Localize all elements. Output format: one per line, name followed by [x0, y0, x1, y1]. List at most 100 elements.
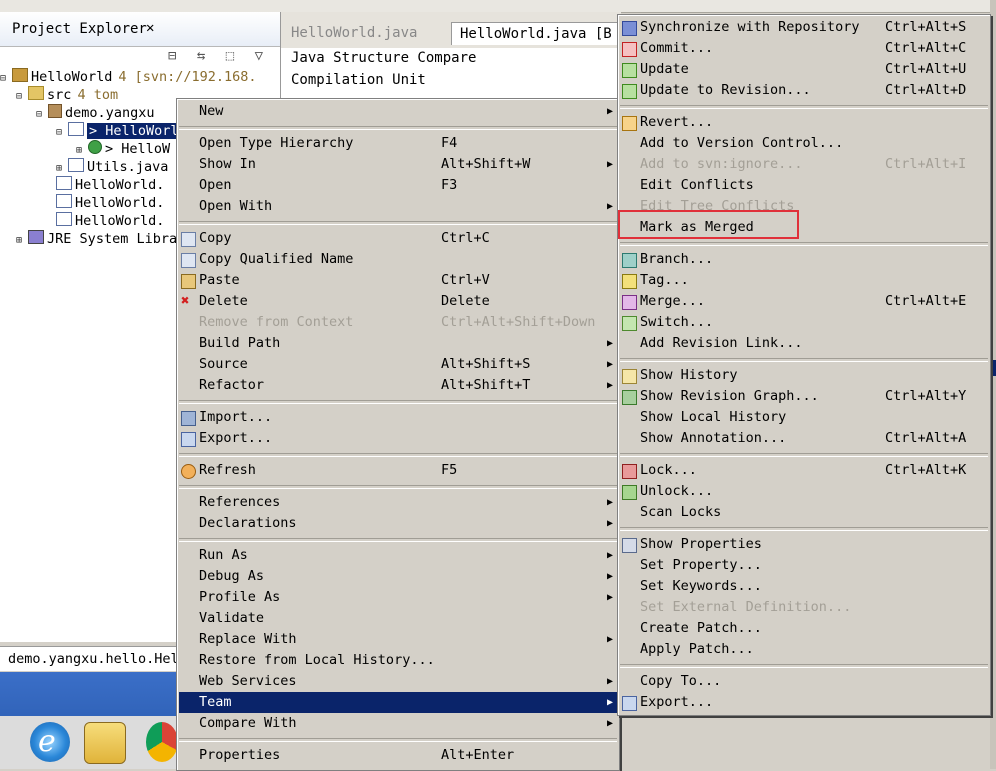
- menu-item-copy[interactable]: Copy Ctrl+C: [179, 228, 617, 249]
- team-item-lock[interactable]: Lock... Ctrl+Alt+K: [620, 460, 988, 481]
- menu-item-show-in[interactable]: Show In Alt+Shift+W ▶: [179, 154, 617, 175]
- sync-icon: [622, 21, 637, 36]
- submenu-arrow-icon: ▶: [606, 718, 613, 729]
- menu-item-open[interactable]: Open F3: [179, 175, 617, 196]
- team-item-show-properties[interactable]: Show Properties: [620, 534, 988, 555]
- history-icon: [622, 369, 637, 384]
- tab-helloworld-java-compare[interactable]: HelloWorld.java [B: [451, 22, 621, 45]
- menu-item-compare-with[interactable]: Compare With ▶: [179, 713, 617, 734]
- team-item-commit[interactable]: Commit... Ctrl+Alt+C: [620, 38, 988, 59]
- team-item-show-annotation[interactable]: Show Annotation... Ctrl+Alt+A: [620, 428, 988, 449]
- merge-icon: [622, 295, 637, 310]
- team-item-update-to-revision[interactable]: Update to Revision... Ctrl+Alt+D: [620, 80, 988, 101]
- team-item-synchronize-with-repository[interactable]: Synchronize with Repository Ctrl+Alt+S: [620, 17, 988, 38]
- tab-helloworld-java[interactable]: HelloWorld.java: [283, 22, 425, 44]
- menu-item-delete[interactable]: ✖ Delete Delete: [179, 291, 617, 312]
- menu-item-profile-as[interactable]: Profile As ▶: [179, 587, 617, 608]
- menu-item-validate[interactable]: Validate: [179, 608, 617, 629]
- team-item-branch[interactable]: Branch...: [620, 249, 988, 270]
- close-icon[interactable]: ✕: [146, 20, 154, 36]
- menu-item-build-path[interactable]: Build Path ▶: [179, 333, 617, 354]
- team-item-set-external-definition: Set External Definition...: [620, 597, 988, 618]
- team-item-show-revision-graph[interactable]: Show Revision Graph... Ctrl+Alt+Y: [620, 386, 988, 407]
- menu-item-refactor[interactable]: Refactor Alt+Shift+T ▶: [179, 375, 617, 396]
- team-item-show-history[interactable]: Show History: [620, 365, 988, 386]
- menu-item-shortcut: F5: [441, 462, 458, 478]
- menu-item-label: Show Properties: [640, 536, 762, 552]
- tree-expander-icon[interactable]: ⊞: [76, 145, 88, 156]
- team-item-add-revision-link[interactable]: Add Revision Link...: [620, 333, 988, 354]
- tree-item[interactable]: ⊟ HelloWorld 4 [svn://192.168.: [0, 68, 257, 86]
- menu-item-label: Set Keywords...: [640, 578, 762, 594]
- source-folder-icon: [28, 86, 45, 100]
- menu-separator: [179, 453, 617, 457]
- explorer-toolbar-icons[interactable]: ⊟ ⇆ ⬚ ▽: [168, 48, 269, 64]
- tree-expander-icon[interactable]: ⊞: [16, 235, 28, 246]
- team-item-copy-to[interactable]: Copy To...: [620, 671, 988, 692]
- menu-item-open-with[interactable]: Open With ▶: [179, 196, 617, 217]
- menu-item-debug-as[interactable]: Debug As ▶: [179, 566, 617, 587]
- menu-item-source[interactable]: Source Alt+Shift+S ▶: [179, 354, 617, 375]
- menu-item-label: Show Local History: [640, 409, 787, 425]
- unlock-icon: [622, 485, 637, 500]
- menu-item-team[interactable]: Team ▶: [179, 692, 617, 713]
- menu-item-refresh[interactable]: Refresh F5: [179, 460, 617, 481]
- tree-item[interactable]: HelloWorld.: [56, 194, 164, 212]
- tree-item[interactable]: ⊞ JRE System Libra: [16, 230, 177, 248]
- menu-item-label: Commit...: [640, 40, 714, 56]
- tree-item[interactable]: HelloWorld.: [56, 176, 164, 194]
- team-item-apply-patch[interactable]: Apply Patch...: [620, 639, 988, 660]
- team-item-show-local-history[interactable]: Show Local History: [620, 407, 988, 428]
- team-item-create-patch[interactable]: Create Patch...: [620, 618, 988, 639]
- team-item-update[interactable]: Update Ctrl+Alt+U: [620, 59, 988, 80]
- menu-item-label: Copy To...: [640, 673, 722, 689]
- compilation-unit-node[interactable]: Compilation Unit: [291, 72, 426, 88]
- menu-item-restore-from-local-history[interactable]: Restore from Local History...: [179, 650, 617, 671]
- team-item-add-to-version-control[interactable]: Add to Version Control...: [620, 133, 988, 154]
- menu-item-replace-with[interactable]: Replace With ▶: [179, 629, 617, 650]
- menu-item-properties[interactable]: Properties Alt+Enter: [179, 745, 617, 766]
- menu-item-label: Profile As: [199, 589, 281, 605]
- menu-item-references[interactable]: References ▶: [179, 492, 617, 513]
- chrome-icon[interactable]: [146, 722, 178, 762]
- tree-item[interactable]: ⊟ > HelloWorl: [56, 122, 181, 140]
- team-item-set-property[interactable]: Set Property...: [620, 555, 988, 576]
- menu-item-export[interactable]: Export...: [179, 428, 617, 449]
- menu-item-run-as[interactable]: Run As ▶: [179, 545, 617, 566]
- team-item-unlock[interactable]: Unlock...: [620, 481, 988, 502]
- team-item-tag[interactable]: Tag...: [620, 270, 988, 291]
- tree-item-label: JRE System Libra: [47, 231, 178, 247]
- tree-item[interactable]: ⊟ src 4 tom: [16, 86, 118, 104]
- tree-item[interactable]: ⊟ demo.yangxu: [36, 104, 154, 122]
- branch-icon: [622, 253, 637, 268]
- team-item-scan-locks[interactable]: Scan Locks: [620, 502, 988, 523]
- tree-item[interactable]: HelloWorld.: [56, 212, 164, 230]
- tree-expander-icon[interactable]: ⊟: [0, 73, 12, 84]
- team-item-set-keywords[interactable]: Set Keywords...: [620, 576, 988, 597]
- menu-item-label: Show In: [199, 156, 256, 172]
- menu-item-copy-qualified-name[interactable]: Copy Qualified Name: [179, 249, 617, 270]
- tree-expander-icon[interactable]: ⊞: [56, 163, 68, 174]
- tree-expander-icon[interactable]: ⊟: [16, 91, 28, 102]
- tree-expander-icon[interactable]: ⊟: [36, 109, 48, 120]
- menu-item-import[interactable]: Import...: [179, 407, 617, 428]
- menu-item-paste[interactable]: Paste Ctrl+V: [179, 270, 617, 291]
- tree-item[interactable]: ⊞ > HelloW: [76, 140, 170, 158]
- menu-item-label: Open Type Hierarchy: [199, 135, 354, 151]
- team-item-switch[interactable]: Switch...: [620, 312, 988, 333]
- tree-item[interactable]: ⊞ Utils.java: [56, 158, 168, 176]
- menu-item-label: Edit Conflicts: [640, 177, 754, 193]
- file-explorer-icon[interactable]: [84, 722, 126, 764]
- tree-expander-icon[interactable]: ⊟: [56, 127, 68, 138]
- menu-item-shortcut: Delete: [441, 293, 490, 309]
- team-item-merge[interactable]: Merge... Ctrl+Alt+E: [620, 291, 988, 312]
- menu-item-shortcut: Alt+Shift+W: [441, 156, 531, 172]
- menu-item-open-type-hierarchy[interactable]: Open Type Hierarchy F4: [179, 133, 617, 154]
- menu-item-new[interactable]: New ▶: [179, 101, 617, 122]
- menu-item-web-services[interactable]: Web Services ▶: [179, 671, 617, 692]
- menu-item-declarations[interactable]: Declarations ▶: [179, 513, 617, 534]
- team-item-revert[interactable]: Revert...: [620, 112, 988, 133]
- menu-item-label: Set Property...: [640, 557, 762, 573]
- team-item-export[interactable]: Export...: [620, 692, 988, 713]
- team-item-edit-conflicts[interactable]: Edit Conflicts: [620, 175, 988, 196]
